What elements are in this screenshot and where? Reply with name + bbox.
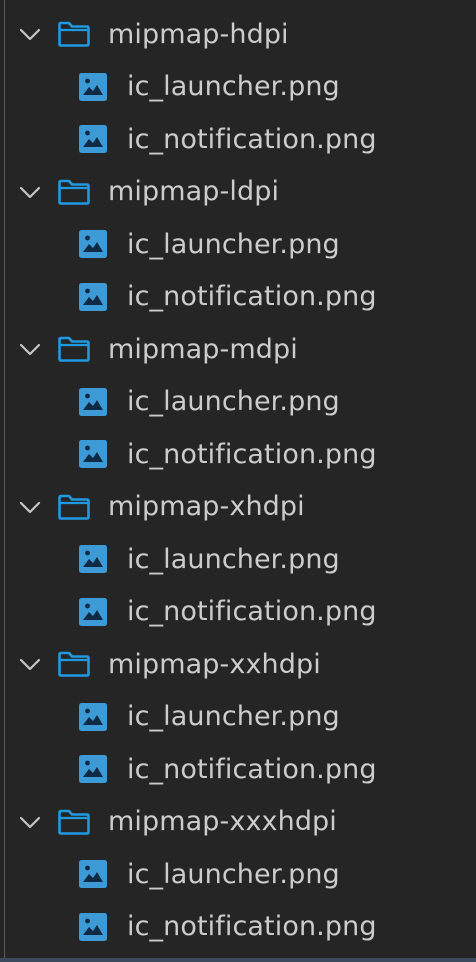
folder-row[interactable]: mipmap-xxhdpi xyxy=(0,638,476,691)
folder-row[interactable]: mipmap-xxxhdpi xyxy=(0,796,476,849)
file-label: ic_notification.png xyxy=(127,281,377,313)
image-file-icon xyxy=(79,125,107,154)
file-row[interactable]: ic_launcher.png xyxy=(0,691,476,744)
folder-icon xyxy=(57,20,91,48)
file-label: ic_launcher.png xyxy=(127,71,340,103)
folder-icon xyxy=(57,493,91,521)
image-file-icon xyxy=(79,545,107,574)
file-row[interactable]: ic_notification.png xyxy=(0,586,476,639)
folder-row[interactable]: mipmap-ldpi xyxy=(0,166,476,219)
file-row[interactable]: ic_launcher.png xyxy=(0,376,476,429)
folder-icon xyxy=(57,808,91,836)
file-row[interactable]: ic_notification.png xyxy=(0,901,476,954)
image-file-icon xyxy=(79,755,107,784)
folder-icon xyxy=(57,650,91,678)
file-label: ic_launcher.png xyxy=(127,386,340,418)
file-label: ic_notification.png xyxy=(127,123,377,155)
image-file-icon xyxy=(79,597,107,626)
file-label: ic_notification.png xyxy=(127,753,377,785)
chevron-down-icon[interactable] xyxy=(18,180,42,204)
file-row[interactable]: ic_notification.png xyxy=(0,428,476,481)
file-explorer: mipmap-hdpi ic_launcher.png ic_notificatio… xyxy=(0,0,476,962)
image-file-icon xyxy=(79,912,107,941)
file-label: ic_notification.png xyxy=(127,596,377,628)
folder-label: mipmap-mdpi xyxy=(108,333,298,365)
folder-row[interactable]: mipmap-xhdpi xyxy=(0,481,476,534)
file-row[interactable]: ic_notification.png xyxy=(0,113,476,166)
folder-icon xyxy=(57,178,91,206)
file-label: ic_notification.png xyxy=(127,911,377,943)
file-tree: mipmap-hdpi ic_launcher.png ic_notificatio… xyxy=(0,8,476,953)
image-file-icon xyxy=(79,387,107,416)
image-file-icon xyxy=(79,702,107,731)
folder-icon xyxy=(57,335,91,363)
folder-row[interactable]: mipmap-mdpi xyxy=(0,323,476,376)
file-label: ic_notification.png xyxy=(127,438,377,470)
file-label: ic_launcher.png xyxy=(127,228,340,260)
file-row[interactable]: ic_launcher.png xyxy=(0,848,476,901)
file-label: ic_launcher.png xyxy=(127,543,340,575)
file-row[interactable]: ic_launcher.png xyxy=(0,61,476,114)
file-row[interactable]: ic_notification.png xyxy=(0,271,476,324)
folder-label: mipmap-xxxhdpi xyxy=(108,806,337,838)
folder-label: mipmap-xxhdpi xyxy=(108,648,321,680)
image-file-icon xyxy=(79,72,107,101)
image-file-icon xyxy=(79,230,107,259)
folder-label: mipmap-ldpi xyxy=(108,176,280,208)
file-label: ic_launcher.png xyxy=(127,701,340,733)
file-label: ic_launcher.png xyxy=(127,858,340,890)
image-file-icon xyxy=(79,282,107,311)
image-file-icon xyxy=(79,440,107,469)
folder-label: mipmap-xhdpi xyxy=(108,491,305,523)
folder-row[interactable]: mipmap-hdpi xyxy=(0,8,476,61)
file-row[interactable]: ic_launcher.png xyxy=(0,218,476,271)
chevron-down-icon[interactable] xyxy=(18,810,42,834)
folder-label: mipmap-hdpi xyxy=(108,18,289,50)
panel-bottom-border xyxy=(0,958,476,962)
chevron-down-icon[interactable] xyxy=(18,22,42,46)
chevron-down-icon[interactable] xyxy=(18,652,42,676)
chevron-down-icon[interactable] xyxy=(18,495,42,519)
image-file-icon xyxy=(79,860,107,889)
chevron-down-icon[interactable] xyxy=(18,337,42,361)
file-row[interactable]: ic_notification.png xyxy=(0,743,476,796)
file-row[interactable]: ic_launcher.png xyxy=(0,533,476,586)
